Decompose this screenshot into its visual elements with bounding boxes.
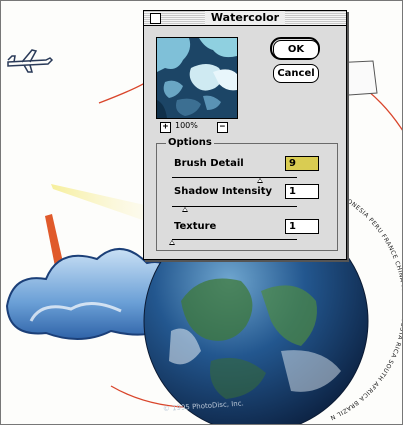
texture-input[interactable]: 1: [285, 219, 319, 234]
dialog-titlebar[interactable]: Watercolor: [144, 11, 346, 26]
preview-thumbnail[interactable]: [156, 37, 238, 119]
zoom-out-button[interactable]: −: [217, 122, 228, 133]
texture-label: Texture: [174, 221, 217, 232]
shadow-intensity-slider-thumb[interactable]: [181, 207, 188, 212]
brush-detail-label: Brush Detail: [174, 158, 244, 169]
ok-button[interactable]: OK: [273, 40, 319, 59]
zoom-level-label: 100%: [175, 121, 198, 130]
airplane-icon: [7, 49, 54, 73]
close-box-button[interactable]: [150, 13, 161, 24]
preview-image: [157, 38, 237, 118]
texture-slider-thumb[interactable]: [169, 240, 175, 245]
texture-slider-track[interactable]: [172, 239, 297, 240]
options-legend: Options: [166, 137, 214, 148]
brush-detail-input[interactable]: 9: [285, 156, 319, 171]
brush-detail-slider-thumb[interactable]: [256, 178, 263, 183]
brush-detail-slider-track[interactable]: [172, 177, 297, 178]
dialog-title: Watercolor: [204, 11, 286, 25]
watercolor-dialog: Watercolor + 100% − OK Cancel Options Br…: [143, 10, 347, 260]
shadow-intensity-slider-track[interactable]: [172, 206, 297, 207]
cancel-button[interactable]: Cancel: [273, 64, 319, 83]
shadow-intensity-input[interactable]: 1: [285, 184, 319, 199]
zoom-in-button[interactable]: +: [160, 122, 171, 133]
shadow-intensity-label: Shadow Intensity: [174, 186, 273, 197]
